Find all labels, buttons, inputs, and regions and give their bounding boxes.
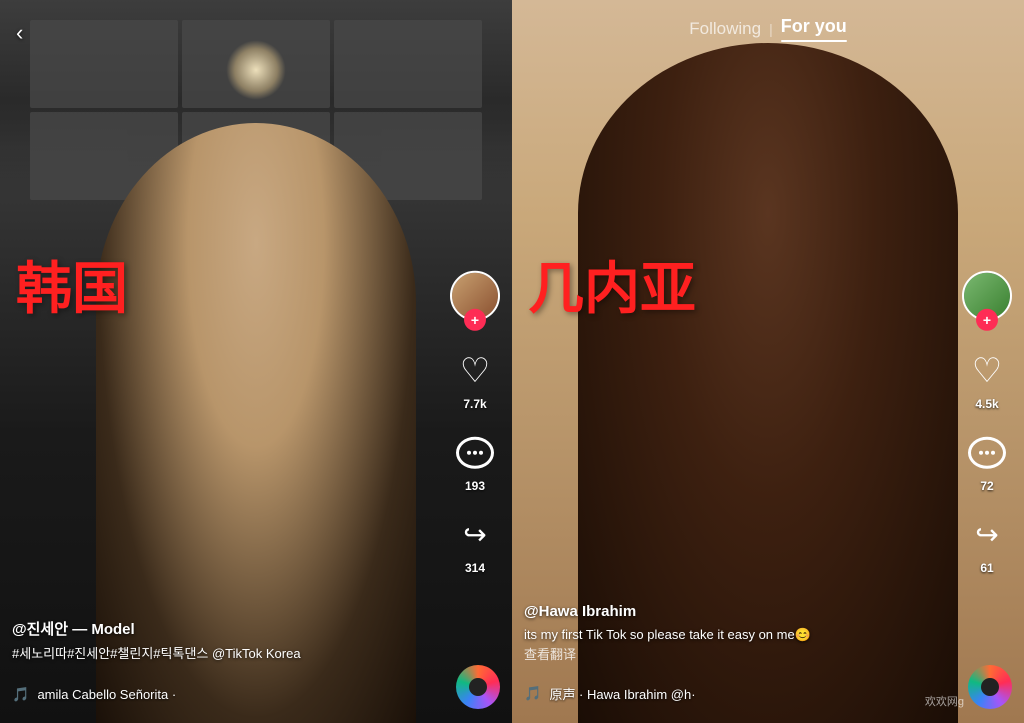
bottom-info-left: @진세안 — Model #세노리따#진세안#챌린지#틱톡댄스 @TikTok … [12,618,442,664]
left-video-panel: ‹ 韩国 + ♡ 7.7k [0,0,512,723]
share-icon-right: ↪ [965,512,1009,556]
nav-following[interactable]: Following [689,19,761,39]
side-actions-left: + ♡ 7.7k 193 [450,270,500,574]
caption-left: #세노리따#진세안#챌린지#틱톡댄스 @TikTok Korea [12,644,442,664]
dot [979,450,983,454]
nav-for-you[interactable]: For you [781,16,847,42]
follow-button-left[interactable]: + [464,308,486,330]
music-info-left: 🎵 amila Cabello Señorita · [12,686,442,703]
room-tile [334,20,482,108]
username-left[interactable]: @진세안 — Model [12,618,442,639]
comment-count-right: 72 [980,478,993,492]
comment-action-left[interactable]: 193 [453,430,497,492]
dot [991,450,995,454]
watermark: 欢欢网g [925,693,964,709]
share-count-right: 61 [980,560,993,574]
music-disc-center-left [469,678,487,696]
music-note-right: 🎵 [524,685,541,702]
country-label-right: 几内亚 [528,258,696,320]
comment-count-left: 193 [465,478,485,492]
comment-action-right[interactable]: 72 [965,430,1009,492]
music-note-left: 🎵 [12,686,29,703]
heart-icon-right: ♡ [972,353,1002,387]
comment-icon-left [453,430,497,474]
comment-icon-right [965,430,1009,474]
share-arrow-right: ↪ [975,518,998,551]
music-disc-center-right [981,678,999,696]
share-icon-left: ↪ [453,512,497,556]
music-text-right: 原声 · Hawa Ibrahim @h· [549,684,695,703]
caption-right: its my first Tik Tok so please take it e… [524,625,954,645]
dot [479,450,483,454]
dot [985,450,989,454]
room-tile [30,20,178,108]
creator-avatar-left[interactable]: + [450,270,500,320]
share-arrow-left: ↪ [463,518,486,551]
comment-dots-right [979,450,995,454]
nav-divider: | [769,21,773,37]
username-right[interactable]: @Hawa Ibrahim [524,603,954,620]
top-navigation: Following | For you [512,0,1024,54]
like-icon-left: ♡ [453,348,497,392]
like-count-right: 4.5k [975,396,998,410]
ceiling-light [226,40,286,100]
like-icon-right: ♡ [965,348,1009,392]
like-count-left: 7.7k [463,396,486,410]
music-disc-right [968,665,1012,709]
music-text-left: amila Cabello Señorita · [37,687,176,702]
like-action-right[interactable]: ♡ 4.5k [965,348,1009,410]
heart-icon-left: ♡ [460,353,490,387]
music-info-right: 🎵 原声 · Hawa Ibrahim @h· [524,684,954,703]
back-button[interactable]: ‹ [16,20,23,46]
share-count-left: 314 [465,560,485,574]
share-action-left[interactable]: ↪ 314 [453,512,497,574]
comment-bubble-left [456,436,494,468]
bottom-info-right: @Hawa Ibrahim its my first Tik Tok so pl… [524,603,954,664]
share-action-right[interactable]: ↪ 61 [965,512,1009,574]
right-video-panel: Following | For you 几内亚 + ♡ 4.5k [512,0,1024,723]
like-action-left[interactable]: ♡ 7.7k [453,348,497,410]
dot [473,450,477,454]
country-label-left: 韩国 [16,258,128,320]
side-actions-right: + ♡ 4.5k 72 [962,270,1012,574]
comment-dots-left [467,450,483,454]
follow-button-right[interactable]: + [976,308,998,330]
comment-bubble-right [968,436,1006,468]
translate-link[interactable]: 查看翻译 [524,644,954,663]
music-disc-left [456,665,500,709]
dot [467,450,471,454]
creator-avatar-right[interactable]: + [962,270,1012,320]
